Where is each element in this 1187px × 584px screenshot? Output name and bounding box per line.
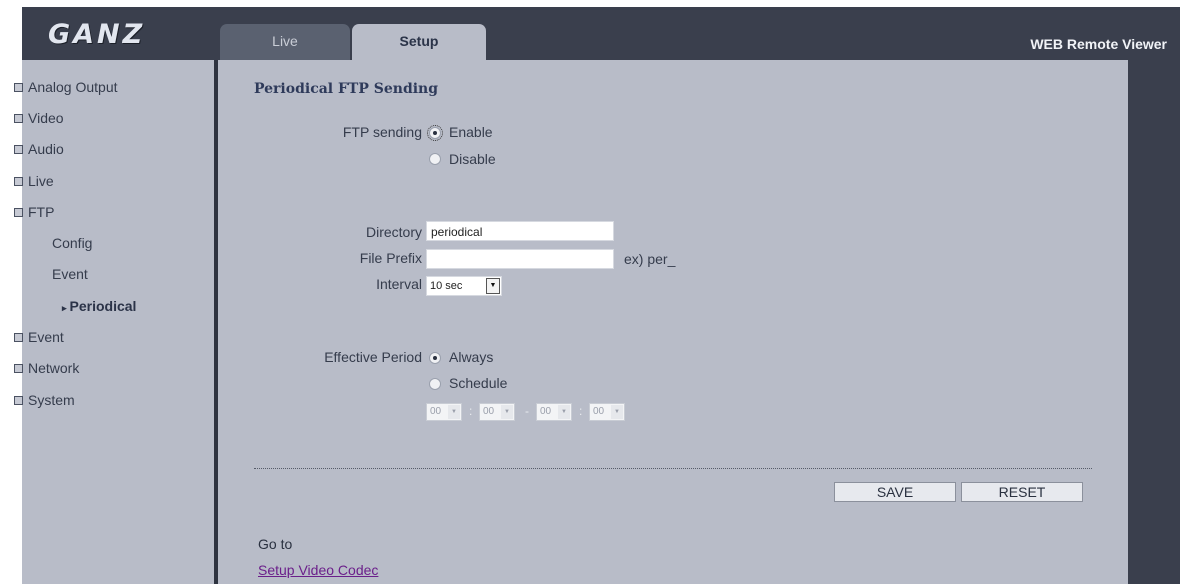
period-schedule-radio[interactable] — [429, 378, 441, 390]
start-minute-value: 00 — [483, 406, 495, 417]
chevron-down-icon: ▼ — [448, 405, 460, 419]
setup-video-codec-link[interactable]: Setup Video Codec — [258, 562, 378, 578]
sidebar-subitem-periodical[interactable]: ▸ Periodical — [62, 298, 136, 314]
chevron-down-icon[interactable]: ▼ — [486, 278, 500, 294]
interval-select[interactable]: 10 sec ▼ — [426, 276, 502, 296]
ftp-disable-label[interactable]: Disable — [449, 151, 496, 167]
sidebar-item-label: Live — [28, 173, 54, 189]
sidebar-subitem-config[interactable]: Config — [52, 235, 92, 251]
ganz-logo: GANZ — [48, 19, 146, 50]
sidebar-item-network[interactable]: Network — [14, 360, 79, 376]
ftp-disable-radio[interactable] — [429, 153, 441, 165]
sidebar-item-label: FTP — [28, 204, 55, 220]
range-separator: - — [525, 404, 529, 418]
sidebar — [22, 60, 214, 584]
app-title: WEB Remote Viewer — [1030, 36, 1167, 52]
page-title: Periodical FTP Sending — [254, 81, 439, 97]
directory-input[interactable]: periodical — [426, 221, 614, 241]
start-hour-value: 00 — [430, 406, 442, 417]
tab-live[interactable]: Live — [220, 24, 350, 60]
period-always-radio[interactable] — [429, 352, 441, 364]
time-separator: : — [469, 404, 473, 418]
time-separator: : — [579, 404, 583, 418]
ftp-enable-radio[interactable] — [427, 125, 443, 141]
end-minute-select[interactable]: 00 ▼ — [589, 403, 625, 421]
expand-box-icon — [14, 207, 23, 217]
start-hour-select[interactable]: 00 ▼ — [426, 403, 462, 421]
expand-box-icon — [14, 395, 23, 405]
save-button[interactable]: SAVE — [834, 482, 956, 502]
directory-label: Directory — [365, 224, 422, 240]
expand-box-icon — [14, 144, 23, 154]
ftp-sending-label: FTP sending — [342, 124, 422, 140]
ftp-enable-label[interactable]: Enable — [449, 124, 493, 140]
sidebar-item-label: Video — [28, 110, 64, 126]
file-prefix-label: File Prefix — [359, 250, 422, 266]
interval-label: Interval — [376, 276, 422, 292]
sidebar-subitem-event[interactable]: Event — [52, 266, 88, 282]
sidebar-item-ftp[interactable]: FTP — [14, 204, 54, 220]
chevron-down-icon: ▼ — [501, 405, 513, 419]
period-always-label[interactable]: Always — [449, 349, 493, 365]
sidebar-item-analog-output[interactable]: Analog Output — [14, 79, 118, 95]
expand-box-icon — [14, 82, 23, 92]
period-schedule-label[interactable]: Schedule — [449, 375, 507, 391]
chevron-down-icon: ▼ — [611, 405, 623, 419]
sidebar-item-event[interactable]: Event — [14, 329, 64, 345]
sidebar-subitem-label: Periodical — [69, 298, 137, 314]
divider — [254, 468, 1092, 469]
file-prefix-hint: ex) per_ — [624, 251, 676, 267]
expand-box-icon — [14, 113, 23, 123]
expand-box-icon — [14, 176, 23, 186]
goto-label: Go to — [258, 536, 293, 552]
start-minute-select[interactable]: 00 ▼ — [479, 403, 515, 421]
end-hour-value: 00 — [540, 406, 552, 417]
reset-button[interactable]: RESET — [961, 482, 1083, 502]
triangle-right-icon: ▸ — [62, 303, 67, 313]
sidebar-item-label: Analog Output — [28, 79, 118, 95]
end-minute-value: 00 — [593, 406, 605, 417]
end-hour-select[interactable]: 00 ▼ — [536, 403, 572, 421]
sidebar-item-system[interactable]: System — [14, 392, 75, 408]
expand-box-icon — [14, 332, 23, 342]
sidebar-item-live[interactable]: Live — [14, 173, 54, 189]
effective-period-label: Effective Period — [324, 349, 422, 365]
chevron-down-icon: ▼ — [558, 405, 570, 419]
sidebar-item-label: System — [28, 392, 75, 408]
sidebar-item-audio[interactable]: Audio — [14, 141, 64, 157]
sidebar-item-video[interactable]: Video — [14, 110, 64, 126]
sidebar-item-label: Event — [28, 329, 64, 345]
sidebar-item-label: Audio — [28, 141, 64, 157]
tab-setup[interactable]: Setup — [352, 24, 486, 60]
sidebar-item-label: Network — [28, 360, 80, 376]
expand-box-icon — [14, 363, 23, 373]
file-prefix-input[interactable] — [426, 249, 614, 269]
interval-value: 10 sec — [430, 280, 463, 292]
